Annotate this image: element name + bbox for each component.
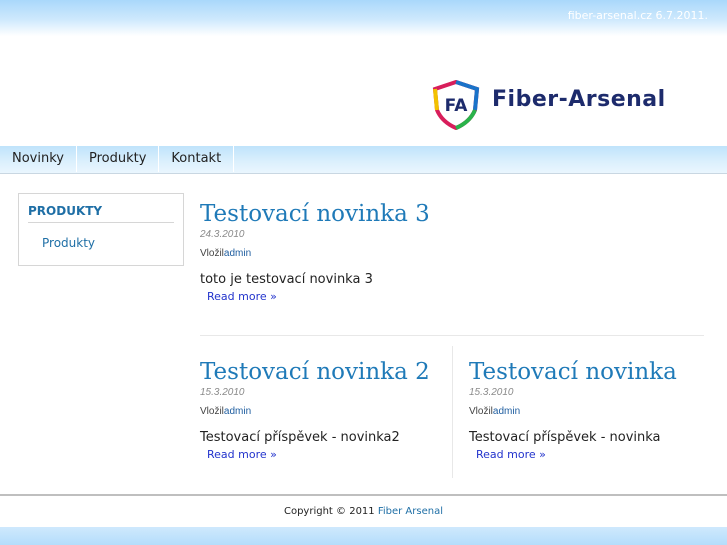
footer-divider: [0, 494, 727, 496]
post-author-link[interactable]: admin: [224, 406, 251, 417]
read-more-link[interactable]: Read more »: [207, 448, 430, 462]
sidebar-item-produkty[interactable]: Produkty: [42, 236, 95, 250]
top-bar: fiber-arsenal.cz 6.7.2011.: [0, 0, 727, 36]
post-divider: [200, 335, 704, 336]
footer-copyright: Copyright © 2011 Fiber Arsenal: [0, 506, 727, 517]
copyright-text: Copyright © 2011: [283, 506, 375, 517]
bottom-bar: [0, 527, 727, 545]
post-author: Vložiladmin: [200, 406, 430, 418]
sidebar-title: PRODUKTY: [28, 204, 174, 223]
post-author: Vložiladmin: [469, 406, 677, 418]
footer-brand-link[interactable]: Fiber Arsenal: [378, 506, 443, 517]
nav-item-kontakt[interactable]: Kontakt: [159, 146, 235, 172]
post-author-label: Vložil: [200, 406, 224, 417]
post-date: 15.3.2010: [469, 387, 514, 398]
post-title[interactable]: Testovací novinka: [469, 358, 677, 386]
post-body: toto je testovací novinka 3: [200, 272, 373, 287]
site-logo[interactable]: FA Fiber-Arsenal: [430, 80, 720, 130]
read-more-link[interactable]: Read more »: [207, 290, 430, 304]
news-post: Testovací novinka 2 15.3.2010 Vložiladmi…: [200, 358, 430, 462]
main-nav: Novinky Produkty Kontakt: [0, 146, 727, 174]
post-body: Testovací příspěvek - novinka2: [200, 430, 400, 445]
post-author-link[interactable]: admin: [224, 248, 251, 259]
news-post: Testovací novinka 3 24.3.2010 Vložiladmi…: [200, 200, 430, 304]
site-date-info: fiber-arsenal.cz 6.7.2011.: [567, 9, 708, 22]
shield-logo-icon: FA: [432, 80, 480, 130]
post-title[interactable]: Testovací novinka 2: [200, 358, 430, 386]
logo-monogram: FA: [445, 96, 469, 116]
post-date: 24.3.2010: [200, 229, 245, 240]
nav-item-produkty[interactable]: Produkty: [77, 146, 160, 172]
post-date: 15.3.2010: [200, 387, 245, 398]
brand-name: Fiber-Arsenal: [492, 87, 666, 112]
news-post: Testovací novinka 15.3.2010 Vložiladmin …: [469, 358, 677, 462]
post-author-link[interactable]: admin: [493, 406, 520, 417]
column-divider: [452, 346, 453, 478]
post-body: Testovací příspěvek - novinka: [469, 430, 661, 445]
post-author-label: Vložil: [469, 406, 493, 417]
sidebar-box: PRODUKTY Produkty: [18, 193, 184, 266]
post-title[interactable]: Testovací novinka 3: [200, 200, 430, 228]
post-author: Vložiladmin: [200, 248, 430, 260]
nav-item-novinky[interactable]: Novinky: [0, 146, 77, 172]
post-author-label: Vložil: [200, 248, 224, 259]
read-more-link[interactable]: Read more »: [476, 448, 677, 462]
